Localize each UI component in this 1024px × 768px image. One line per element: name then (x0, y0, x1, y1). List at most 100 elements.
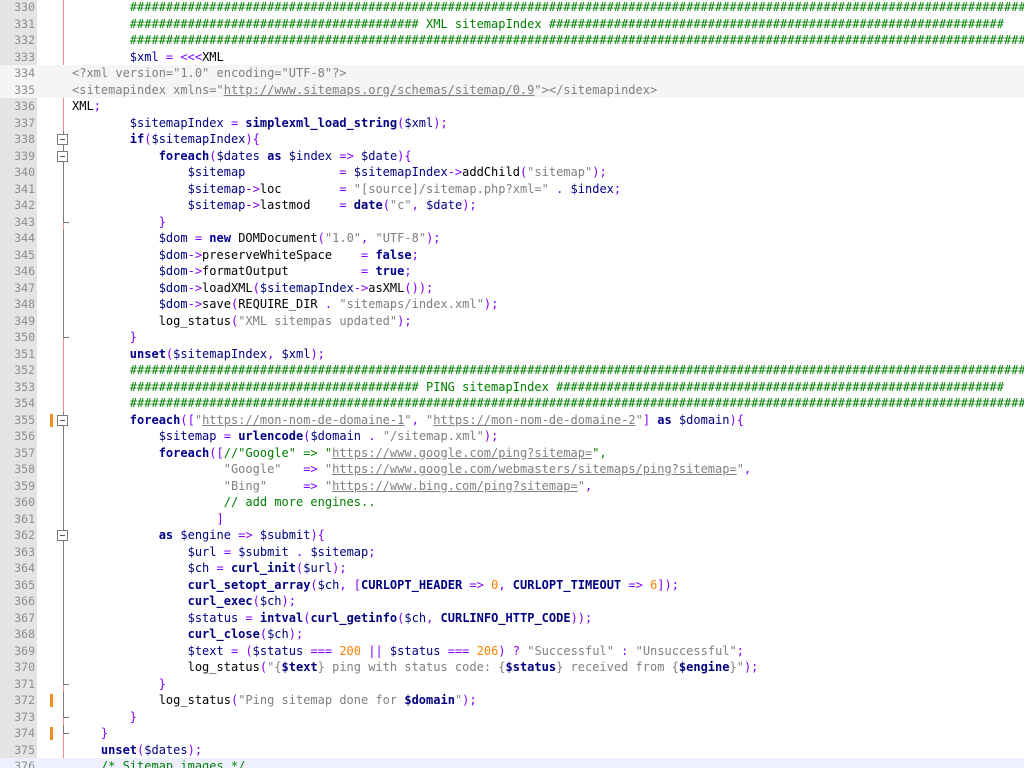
code-line[interactable]: 336 XML; (0, 98, 1024, 115)
code-line[interactable]: 330 ####################################… (0, 0, 1024, 16)
code-text[interactable]: } (72, 214, 166, 231)
code-text[interactable]: ########################################… (72, 16, 1004, 33)
code-text[interactable]: unset($dates); (72, 742, 202, 759)
code-line[interactable]: 340 $sitemap = $sitemapIndex->addChild("… (0, 164, 1024, 181)
code-text[interactable]: } (72, 676, 166, 693)
code-line[interactable]: 344 $dom = new DOMDocument("1.0", "UTF-8… (0, 230, 1024, 247)
code-text[interactable]: $ch = curl_init($url); (72, 560, 347, 577)
code-text[interactable]: ########################################… (72, 395, 1024, 412)
code-text[interactable]: XML; (72, 98, 101, 115)
code-line[interactable]: 368 curl_close($ch); (0, 626, 1024, 643)
code-line[interactable]: 371 } (0, 675, 1024, 693)
code-text[interactable]: $sitemap = urlencode($domain . "/sitemap… (72, 428, 499, 445)
code-text[interactable]: $dom->formatOutput = true; (72, 263, 412, 280)
fold-toggle-icon[interactable] (57, 530, 68, 541)
code-line[interactable]: 354 ####################################… (0, 395, 1024, 412)
code-text[interactable]: curl_exec($ch); (72, 593, 296, 610)
code-text[interactable]: curl_setopt_array($ch, [CURLOPT_HEADER =… (72, 577, 679, 594)
code-text[interactable]: /* Sitemap images */ (72, 758, 246, 768)
code-line[interactable]: 331 ####################################… (0, 16, 1024, 33)
code-text[interactable]: $dom->loadXML($sitemapIndex->asXML()); (72, 280, 434, 297)
code-text[interactable]: $dom->save(REQUIRE_DIR . "sitemaps/index… (72, 296, 499, 313)
code-text[interactable]: <?xml version="1.0" encoding="UTF-8"?> (72, 65, 347, 82)
code-line[interactable]: 374 } (0, 725, 1024, 742)
code-line[interactable]: 363 $url = $submit . $sitemap; (0, 543, 1024, 561)
code-text[interactable]: $status = intval(curl_getinfo($ch, CURLI… (72, 610, 593, 627)
code-text[interactable]: <sitemapindex xmlns="http://www.sitemaps… (72, 82, 664, 99)
code-line[interactable]: 376 /* Sitemap images */ (0, 758, 1024, 768)
code-text[interactable]: foreach([//"Google" => "https://www.goog… (72, 445, 607, 462)
code-line[interactable]: 334 <?xml version="1.0" encoding="UTF-8"?… (0, 65, 1024, 82)
code-text[interactable]: foreach(["https://mon-nom-de-domaine-1",… (72, 412, 744, 429)
code-text[interactable]: ########################################… (72, 379, 1004, 396)
code-text[interactable]: curl_close($ch); (72, 626, 304, 643)
fold-toggle-icon[interactable] (57, 150, 68, 162)
code-text[interactable]: log_status("{$text} ping with status cod… (72, 659, 759, 676)
code-line[interactable]: 338 if($sitemapIndex){ (0, 131, 1024, 148)
code-line[interactable]: 341 $sitemap->loc = "[source]/sitemap.ph… (0, 180, 1024, 198)
code-line[interactable]: 337 $sitemapIndex = simplexml_load_strin… (0, 115, 1024, 132)
code-text[interactable]: ########################################… (72, 32, 1024, 49)
code-text[interactable]: "Google" => "https://www.google.com/webm… (72, 461, 751, 478)
code-text[interactable]: ] (72, 511, 223, 528)
code-line[interactable]: 350 } (0, 329, 1024, 346)
code-text[interactable]: $dom->preserveWhiteSpace = false; (72, 247, 419, 264)
fold-toggle-icon[interactable] (57, 134, 68, 145)
code-text[interactable]: unset($sitemapIndex, $xml); (72, 346, 325, 363)
code-text[interactable]: foreach($dates as $index => $date){ (72, 148, 412, 165)
code-line[interactable]: 358 "Google" => "https://www.google.com/… (0, 461, 1024, 478)
code-text[interactable]: "Bing" => "https://www.bing.com/ping?sit… (72, 478, 593, 495)
code-line[interactable]: 372 log_status("Ping sitemap done for $d… (0, 692, 1024, 709)
code-line[interactable]: 370 log_status("{$text} ping with status… (0, 659, 1024, 676)
code-line[interactable]: 366 curl_exec($ch); (0, 593, 1024, 610)
code-text[interactable]: } (72, 709, 137, 726)
code-line[interactable]: 353 ####################################… (0, 379, 1024, 396)
code-text[interactable]: $url = $submit . $sitemap; (72, 544, 376, 561)
code-line[interactable]: 349 log_status("XML sitempas updated"); (0, 312, 1024, 330)
code-line[interactable]: 355 foreach(["https://mon-nom-de-domaine… (0, 411, 1024, 429)
code-line[interactable]: 339 foreach($dates as $index => $date){ (0, 147, 1024, 165)
code-line[interactable]: 333 $xml = <<<XML (0, 49, 1024, 66)
code-line[interactable]: 367 $status = intval(curl_getinfo($ch, C… (0, 609, 1024, 627)
code-text[interactable]: $dom = new DOMDocument("1.0", "UTF-8"); (72, 230, 441, 247)
code-line[interactable]: 332 ####################################… (0, 32, 1024, 49)
code-line[interactable]: 356 $sitemap = urlencode($domain . "/sit… (0, 428, 1024, 445)
code-text[interactable]: // add more engines.. (72, 494, 376, 511)
code-line[interactable]: 348 $dom->save(REQUIRE_DIR . "sitemaps/i… (0, 296, 1024, 313)
code-text[interactable]: log_status("XML sitempas updated"); (72, 313, 412, 330)
code-editor[interactable]: 330 ####################################… (0, 0, 1024, 768)
code-line[interactable]: 345 $dom->preserveWhiteSpace = false; (0, 246, 1024, 264)
code-line[interactable]: 347 $dom->loadXML($sitemapIndex->asXML()… (0, 279, 1024, 297)
code-text[interactable]: ########################################… (72, 362, 1024, 379)
code-line[interactable]: 352 ####################################… (0, 362, 1024, 379)
code-line[interactable]: 365 curl_setopt_array($ch, [CURLOPT_HEAD… (0, 576, 1024, 594)
code-text[interactable]: $sitemap->lastmod = date("c", $date); (72, 197, 477, 214)
fold-toggle-icon[interactable] (57, 414, 68, 426)
code-line[interactable]: 351 unset($sitemapIndex, $xml); (0, 346, 1024, 363)
code-text[interactable]: } (72, 725, 108, 742)
code-text[interactable]: $text = ($status === 200 || $status === … (72, 643, 744, 660)
code-token: $ch (259, 594, 282, 608)
code-line[interactable]: 357 foreach([//"Google" => "https://www.… (0, 444, 1024, 462)
code-line[interactable]: 346 $dom->formatOutput = true; (0, 263, 1024, 280)
code-text[interactable]: if($sitemapIndex){ (72, 131, 260, 148)
code-line[interactable]: 364 $ch = curl_init($url); (0, 560, 1024, 577)
code-line[interactable]: 361 ] (0, 510, 1024, 528)
code-line[interactable]: 335 <sitemapindex xmlns="http://www.sitem… (0, 81, 1024, 99)
code-line[interactable]: 373 } (0, 708, 1024, 726)
code-line[interactable]: 343 } (0, 213, 1024, 231)
code-line[interactable]: 342 $sitemap->lastmod = date("c", $date)… (0, 197, 1024, 214)
code-text[interactable]: $sitemap = $sitemapIndex->addChild("site… (72, 164, 607, 181)
code-line[interactable]: 362 as $engine => $submit){ (0, 527, 1024, 544)
code-text[interactable]: ########################################… (72, 0, 1024, 16)
code-line[interactable]: 360 // add more engines.. (0, 494, 1024, 511)
code-text[interactable]: $sitemapIndex = simplexml_load_string($x… (72, 115, 448, 132)
code-text[interactable]: as $engine => $submit){ (72, 527, 325, 544)
code-text[interactable]: $sitemap->loc = "[source]/sitemap.php?xm… (72, 181, 622, 198)
code-text[interactable]: log_status("Ping sitemap done for $domai… (72, 692, 477, 709)
code-text[interactable]: $xml = <<<XML (72, 49, 224, 66)
code-line[interactable]: 369 $text = ($status === 200 || $status … (0, 642, 1024, 660)
code-text[interactable]: } (72, 329, 137, 346)
code-line[interactable]: 375 unset($dates); (0, 742, 1024, 759)
code-line[interactable]: 359 "Bing" => "https://www.bing.com/ping… (0, 477, 1024, 495)
